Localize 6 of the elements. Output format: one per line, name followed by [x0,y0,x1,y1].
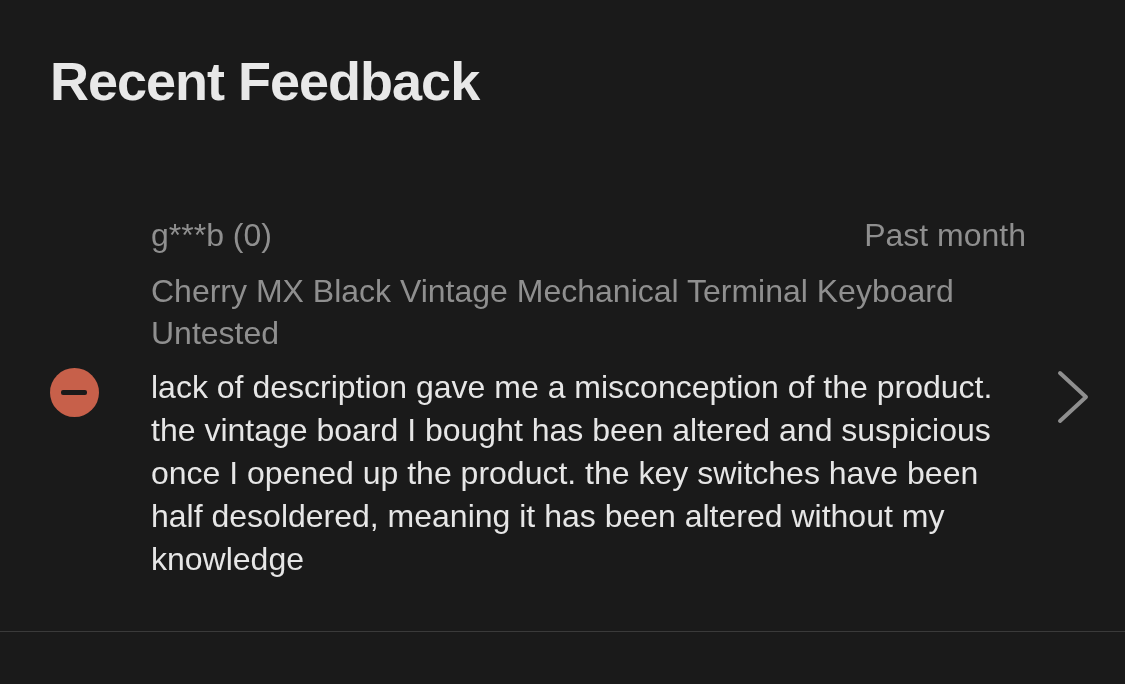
username: g***b (0) [151,215,272,255]
item-title: Cherry MX Black Vintage Mechanical Terminal Keyboard Untested [151,271,955,353]
section-title: Recent Feedback [50,52,481,112]
feedback-comment: lack of description gave me a misconception of the product. the vintage board I bought has been altered and suspicious once I opened up the product. the key switches have been half desoldered, meaning it has been altered without my knowledge [151,367,994,579]
minus-circle-icon [50,367,99,417]
feedback-date: Past month [864,215,1026,255]
